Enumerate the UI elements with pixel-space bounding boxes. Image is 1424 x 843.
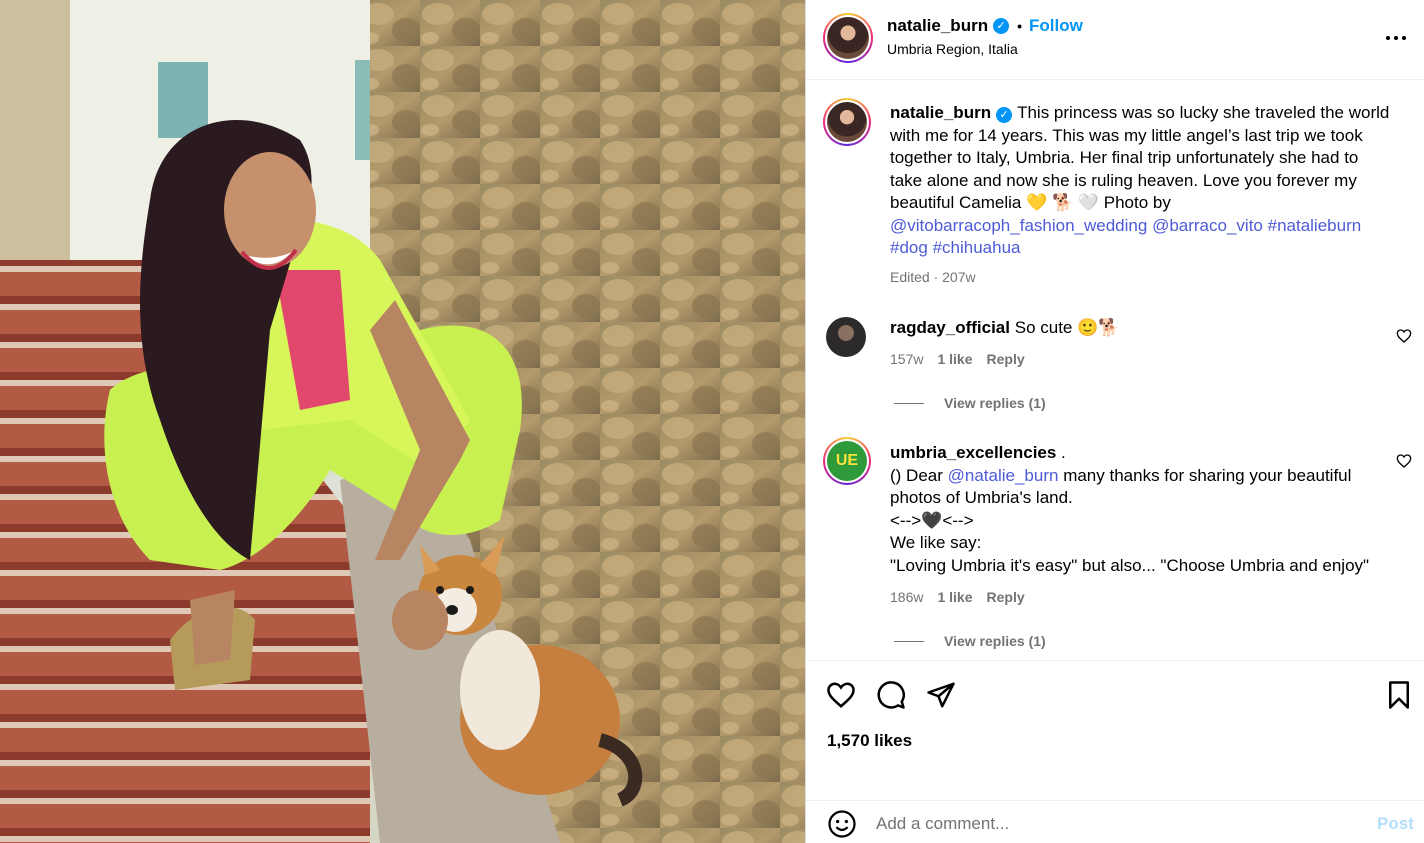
caption-edited-time: Edited · 207w bbox=[890, 269, 976, 285]
heart-icon[interactable] bbox=[826, 680, 856, 710]
comment-mention[interactable]: @natalie_burn bbox=[948, 466, 1059, 485]
commenter-avatar[interactable] bbox=[826, 317, 866, 357]
post-details-panel: natalie_burn ✓ • Follow Umbria Region, I… bbox=[805, 0, 1424, 843]
post-location[interactable]: Umbria Region, Italia bbox=[887, 41, 1018, 57]
verified-badge-icon: ✓ bbox=[993, 18, 1010, 34]
view-replies-button[interactable]: View replies (1) bbox=[894, 395, 1046, 411]
author-avatar[interactable] bbox=[823, 13, 873, 63]
comment-like-count[interactable]: 1 like bbox=[937, 351, 972, 367]
comment-like-heart-icon[interactable] bbox=[1396, 453, 1412, 469]
view-replies-label: View replies (1) bbox=[944, 395, 1046, 411]
view-replies-label: View replies (1) bbox=[944, 633, 1046, 649]
post-image bbox=[0, 0, 805, 843]
comment-input[interactable] bbox=[876, 811, 1356, 837]
comment-body-line: "Loving Umbria it's easy" but also... "C… bbox=[890, 555, 1370, 575]
smiley-icon[interactable] bbox=[827, 809, 857, 839]
replies-divider bbox=[894, 402, 924, 404]
caption-meta: Edited · 207w bbox=[890, 269, 976, 285]
bookmark-icon[interactable] bbox=[1384, 680, 1414, 710]
comment-body: So cute 🙂🐕 bbox=[1014, 318, 1120, 337]
post-header: natalie_burn ✓ • Follow Umbria Region, I… bbox=[806, 0, 1424, 80]
comment-text: ragday_official So cute 🙂🐕 bbox=[890, 317, 1370, 340]
comment-like-count[interactable]: 1 like bbox=[937, 589, 972, 605]
comment-meta: 186w 1 like Reply bbox=[890, 589, 1025, 605]
follow-button[interactable]: Follow bbox=[1029, 16, 1083, 36]
comment-like-heart-icon[interactable] bbox=[1396, 328, 1412, 344]
comment-username[interactable]: umbria_excellencies bbox=[890, 443, 1056, 462]
post-comment-button[interactable]: Post bbox=[1377, 814, 1414, 834]
comment-reply-button[interactable]: Reply bbox=[987, 351, 1025, 367]
author-username[interactable]: natalie_burn bbox=[887, 16, 988, 36]
paper-plane-icon[interactable] bbox=[926, 680, 956, 710]
caption-username[interactable]: natalie_burn bbox=[890, 103, 991, 122]
like-count[interactable]: 1,570 likes bbox=[827, 731, 912, 751]
caption-tag[interactable]: #chihuahua bbox=[933, 238, 1021, 257]
caption-tag[interactable]: #dog bbox=[890, 238, 928, 257]
comment-username-suffix: . bbox=[1056, 443, 1066, 462]
post-actions: 1,570 likes bbox=[806, 660, 1424, 800]
view-replies-button[interactable]: View replies (1) bbox=[894, 633, 1046, 649]
more-options-icon[interactable] bbox=[1384, 26, 1408, 50]
post-photo[interactable] bbox=[0, 0, 805, 843]
caption-avatar[interactable] bbox=[823, 98, 871, 146]
comments-list[interactable]: natalie_burn ✓ This princess was so lucky … bbox=[806, 81, 1424, 659]
comment-icon[interactable] bbox=[876, 680, 906, 710]
author-username-row: natalie_burn ✓ • Follow bbox=[887, 16, 1083, 36]
replies-divider bbox=[894, 640, 924, 642]
commenter-avatar[interactable]: UE bbox=[823, 437, 871, 485]
comment-reply-button[interactable]: Reply bbox=[987, 589, 1025, 605]
verified-badge-icon: ✓ bbox=[996, 107, 1013, 123]
comment-age: 157w bbox=[890, 351, 924, 367]
comment-body-prefix: () Dear bbox=[890, 465, 948, 485]
comment-body-line: <-->🖤<--> bbox=[890, 510, 974, 530]
separator-dot: • bbox=[1017, 18, 1022, 34]
comment-body-line: We like say: bbox=[890, 533, 982, 552]
umbria-logo-icon: UE bbox=[827, 441, 867, 481]
caption-tag[interactable]: @barraco_vito bbox=[1152, 216, 1263, 235]
caption-tag[interactable]: @vitobarracoph_fashion_wedding bbox=[890, 216, 1147, 235]
caption-text: natalie_burn ✓ This princess was so lucky … bbox=[890, 102, 1390, 260]
caption-tag[interactable]: #natalieburn bbox=[1268, 216, 1362, 235]
comment-meta: 157w 1 like Reply bbox=[890, 351, 1025, 367]
comment-username[interactable]: ragday_official bbox=[890, 318, 1010, 337]
add-comment-bar: Post bbox=[806, 800, 1424, 843]
comment-text: umbria_excellencies . () Dear @natalie_b… bbox=[890, 442, 1390, 577]
comment-age: 186w bbox=[890, 589, 924, 605]
